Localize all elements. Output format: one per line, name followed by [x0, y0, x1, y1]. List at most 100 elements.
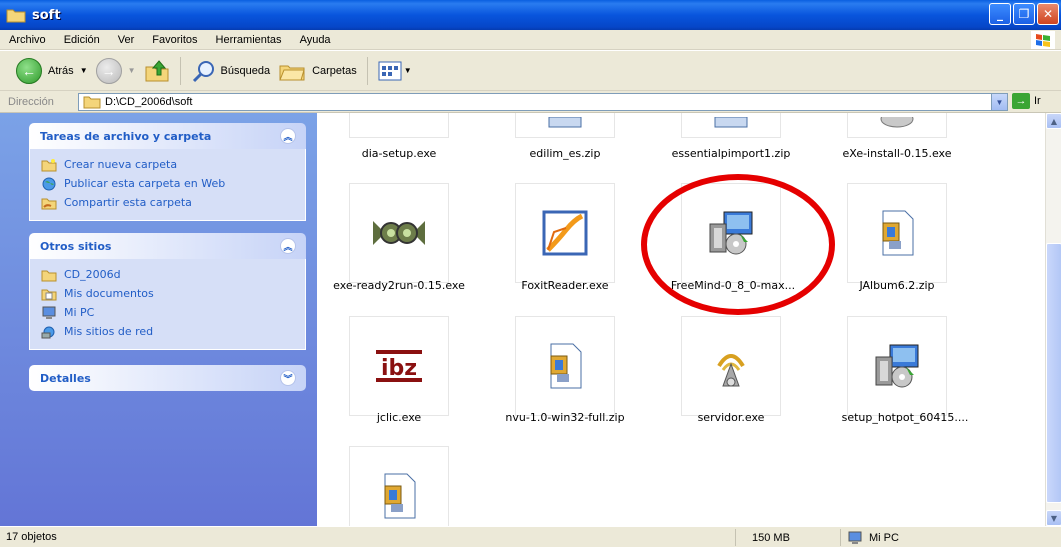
- chevron-down-icon[interactable]: ▼: [80, 66, 88, 75]
- views-button[interactable]: ▼: [374, 54, 416, 88]
- share-folder-icon: [41, 198, 57, 209]
- zip-icon: [714, 117, 748, 128]
- status-object-count: 17 objetos: [6, 531, 57, 543]
- file-tile[interactable]: [515, 316, 615, 416]
- file-name[interactable]: essentialpimport1.zip: [659, 147, 803, 160]
- scroll-up-icon[interactable]: ▲: [1046, 113, 1061, 129]
- folders-icon: [279, 65, 305, 80]
- file-tile[interactable]: [847, 113, 947, 138]
- views-icon: [378, 61, 402, 80]
- folders-button[interactable]: Carpetas: [274, 54, 361, 88]
- network-icon: [41, 326, 55, 338]
- search-button[interactable]: Búsqueda: [187, 54, 275, 88]
- collapse-icon[interactable]: ︽: [280, 238, 296, 254]
- forward-button[interactable]: → ▼: [92, 54, 140, 88]
- file-tile[interactable]: [515, 113, 615, 138]
- status-location-segment: Mi PC: [840, 529, 1061, 546]
- tasks-group-header[interactable]: Tareas de archivo y carpeta ︽: [29, 123, 306, 149]
- close-icon[interactable]: ✕: [1037, 3, 1059, 25]
- go-label: Ir: [1034, 95, 1041, 107]
- my-documents-icon: [41, 289, 57, 300]
- file-name[interactable]: eXe-install-0.15.exe: [825, 147, 969, 160]
- menu-ver[interactable]: Ver: [109, 34, 144, 46]
- file-tile[interactable]: ibz: [349, 316, 449, 416]
- toolbar-separator: [366, 56, 368, 85]
- status-size-segment: 150 MB: [735, 529, 840, 546]
- vertical-scrollbar[interactable]: ▲ ▼: [1045, 113, 1061, 526]
- exe-ready-icon: [373, 221, 425, 245]
- file-name[interactable]: setup_hotpot_60415....: [825, 411, 985, 424]
- folder-icon: [83, 96, 101, 109]
- up-folder-icon: [145, 59, 169, 81]
- dia-icon: [375, 113, 423, 143]
- file-tile[interactable]: [349, 446, 449, 526]
- folders-label: Carpetas: [312, 64, 357, 77]
- task-share-folder[interactable]: Compartir esta carpeta: [41, 193, 305, 212]
- file-tile[interactable]: [515, 183, 615, 283]
- address-field[interactable]: D:\CD_2006d\soft ▼: [78, 93, 1008, 111]
- scroll-thumb[interactable]: [1046, 243, 1061, 503]
- task-publish-web-label: Publicar esta carpeta en Web: [64, 177, 226, 190]
- window-title: soft: [32, 7, 61, 23]
- menu-ayuda[interactable]: Ayuda: [291, 34, 340, 46]
- setup-installer-icon: [875, 344, 919, 388]
- file-view: dia-setup.exe edilim_es.zip essentialpim…: [317, 113, 1045, 526]
- chevron-down-icon[interactable]: ▼: [128, 66, 136, 75]
- back-label: Atrás: [48, 64, 74, 77]
- task-new-folder[interactable]: Crear nueva carpeta: [41, 155, 305, 174]
- chevron-down-icon[interactable]: ▼: [404, 66, 412, 75]
- globe-icon: [42, 177, 56, 190]
- file-name[interactable]: servidor.exe: [681, 411, 781, 424]
- folder-icon: [41, 270, 57, 281]
- place-cd-2006d-label: CD_2006d: [64, 268, 121, 281]
- address-path: D:\CD_2006d\soft: [105, 96, 193, 108]
- menu-archivo[interactable]: Archivo: [0, 34, 55, 46]
- place-network-label: Mis sitios de red: [64, 325, 154, 338]
- expand-icon[interactable]: ︾: [280, 370, 296, 386]
- collapse-icon[interactable]: ︽: [280, 128, 296, 144]
- computer-icon: [42, 306, 56, 319]
- go-button[interactable]: → Ir: [1012, 93, 1041, 109]
- windows-logo-icon: [1031, 31, 1055, 49]
- menu-edicion[interactable]: Edición: [55, 34, 109, 46]
- toolbar: ← Atrás ▼ → ▼ Búsqueda Carpetas ▼: [0, 51, 1061, 91]
- file-tile[interactable]: [681, 113, 781, 138]
- file-tile[interactable]: [349, 183, 449, 283]
- status-location: Mi PC: [869, 531, 899, 544]
- menu-favoritos[interactable]: Favoritos: [143, 34, 206, 46]
- file-name[interactable]: jclic.exe: [349, 411, 449, 424]
- file-tile[interactable]: [681, 316, 781, 416]
- address-dropdown-icon[interactable]: ▼: [991, 94, 1007, 110]
- highlight-circle: [641, 174, 835, 315]
- place-my-documents-label: Mis documentos: [64, 287, 154, 300]
- file-name[interactable]: JAlbum6.2.zip: [831, 279, 963, 292]
- restore-icon[interactable]: ❐: [1013, 3, 1035, 25]
- new-folder-icon: [41, 158, 57, 171]
- file-tile[interactable]: [847, 183, 947, 283]
- back-button[interactable]: ← Atrás ▼: [12, 54, 92, 88]
- place-cd-2006d[interactable]: CD_2006d: [41, 265, 305, 284]
- place-my-documents[interactable]: Mis documentos: [41, 284, 305, 303]
- minimize-icon[interactable]: _: [989, 3, 1011, 25]
- file-name[interactable]: FoxitReader.exe: [499, 279, 631, 292]
- zip-icon: [548, 117, 582, 128]
- file-tile[interactable]: [349, 113, 449, 138]
- details-header[interactable]: Detalles ︾: [29, 365, 306, 391]
- file-name[interactable]: dia-setup.exe: [333, 147, 465, 160]
- up-folder-button[interactable]: [140, 54, 174, 88]
- jclic-icon: ibz: [376, 350, 422, 382]
- folder-icon: [6, 9, 26, 23]
- menu-herramientas[interactable]: Herramientas: [207, 34, 291, 46]
- search-label: Búsqueda: [220, 64, 271, 77]
- place-my-pc[interactable]: Mi PC: [41, 303, 305, 322]
- task-publish-web[interactable]: Publicar esta carpeta en Web: [41, 174, 305, 193]
- place-network[interactable]: Mis sitios de red: [41, 322, 305, 341]
- installer-icon: [880, 117, 914, 128]
- file-name[interactable]: exe-ready2run-0.15.exe: [325, 279, 473, 292]
- back-arrow-icon: ←: [16, 57, 42, 84]
- other-places-header[interactable]: Otros sitios ︽: [29, 233, 306, 259]
- file-name[interactable]: nvu-1.0-win32-full.zip: [493, 411, 637, 424]
- file-tile[interactable]: [847, 316, 947, 416]
- scroll-down-icon[interactable]: ▼: [1046, 510, 1061, 526]
- file-name[interactable]: edilim_es.zip: [499, 147, 631, 160]
